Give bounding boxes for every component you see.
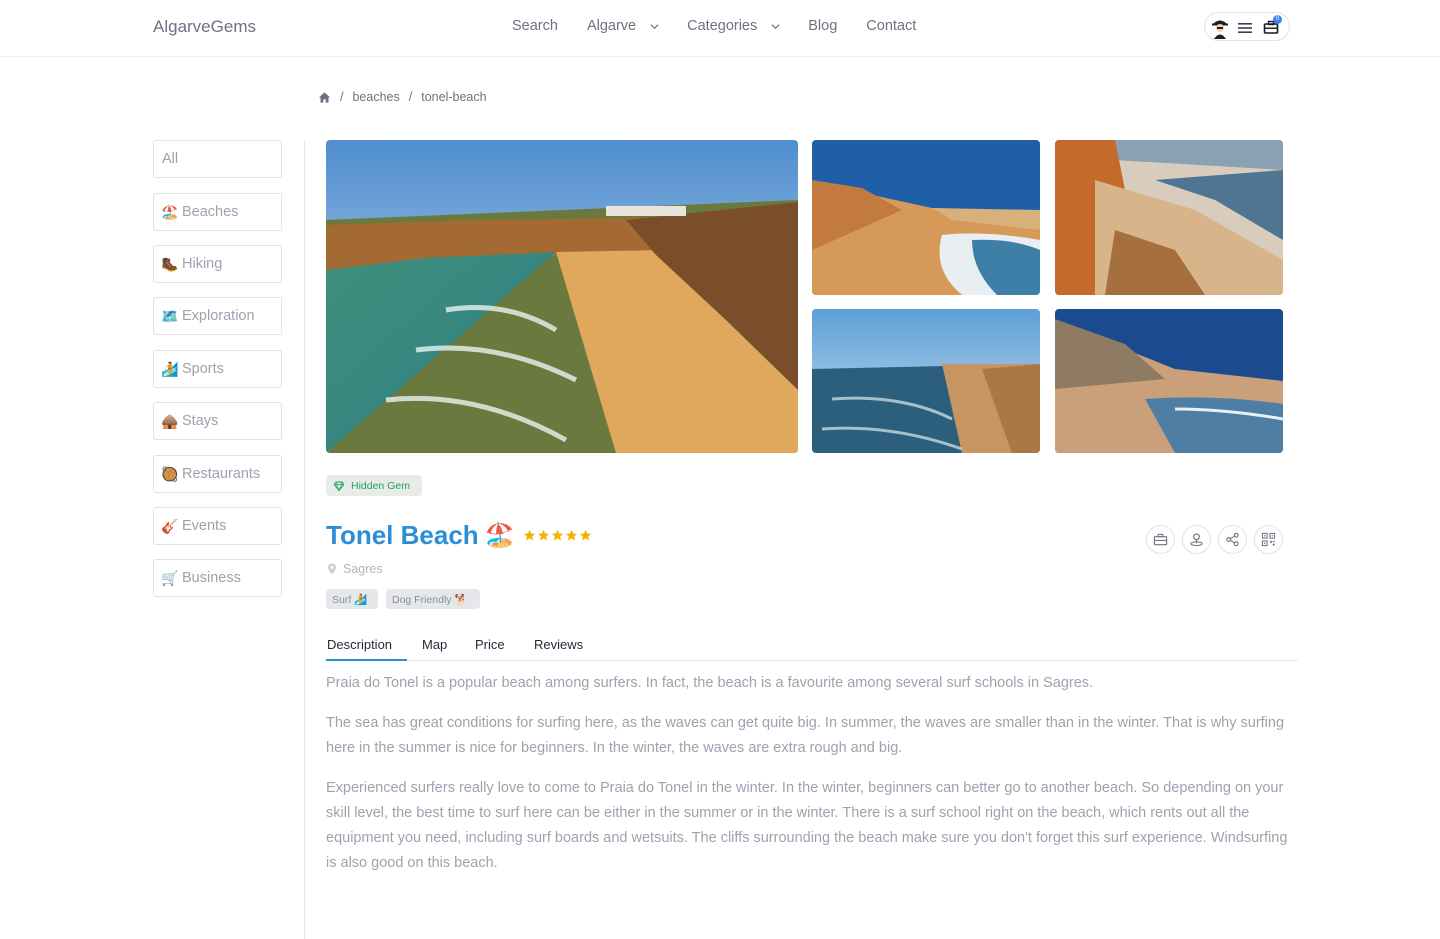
tab-price[interactable]: Price — [475, 637, 505, 652]
sidebar-item-label: Exploration — [182, 308, 255, 324]
qr-code-button[interactable] — [1254, 525, 1283, 554]
main-nav: Search Algarve Categories Blog Contact — [512, 18, 916, 34]
cart-count-badge: 0 — [1273, 15, 1282, 24]
menu-icon — [1238, 23, 1252, 33]
home-icon[interactable] — [318, 91, 331, 104]
sidebar-item-restaurants[interactable]: 🥘 Restaurants — [153, 455, 282, 493]
nav-search[interactable]: Search — [512, 18, 558, 34]
guitar-icon: 🎸 — [161, 517, 179, 534]
breadcrumb-separator: / — [340, 90, 344, 104]
tag-dog-friendly[interactable]: Dog Friendly 🐕 — [386, 589, 480, 609]
gallery-photo[interactable] — [812, 140, 1040, 295]
sidebar-item-all[interactable]: All — [153, 140, 282, 178]
sidebar-item-label: Hiking — [182, 256, 223, 272]
description-paragraph: Experienced surfers really love to come … — [326, 780, 1288, 871]
sidebar-item-label: Business — [182, 570, 241, 586]
sidebar-divider — [304, 140, 305, 939]
description-content: Praia do Tonel is a popular beach among … — [326, 671, 1301, 891]
tab-description[interactable]: Description — [327, 637, 392, 652]
gallery-photo[interactable] — [1055, 140, 1283, 295]
star-icon — [537, 529, 550, 541]
gem-icon — [334, 481, 344, 491]
gallery-photo[interactable] — [812, 309, 1040, 453]
sidebar-item-label: Restaurants — [182, 466, 261, 482]
tab-reviews[interactable]: Reviews — [534, 637, 583, 652]
nav-algarve[interactable]: Algarve — [587, 18, 659, 34]
tag-surf[interactable]: Surf 🏄 — [326, 589, 378, 609]
detail-tabs: Description Map Price Reviews — [326, 635, 1298, 661]
user-menu-button[interactable]: 0 — [1204, 12, 1290, 41]
hiking-boot-icon: 🥾 — [161, 255, 179, 272]
share-button[interactable] — [1218, 525, 1247, 554]
star-icon — [579, 529, 592, 541]
hidden-gem-label: Hidden Gem — [351, 479, 410, 492]
place-title: Tonel Beach — [326, 520, 479, 550]
nav-algarve-label: Algarve — [586, 18, 637, 34]
sidebar-item-label: Sports — [182, 361, 224, 377]
nav-blog[interactable]: Blog — [808, 18, 837, 34]
sidebar-item-sports[interactable]: 🏄 Sports — [153, 350, 282, 388]
share-icon — [1226, 532, 1239, 547]
qr-code-icon — [1261, 532, 1276, 547]
hidden-gem-badge: Hidden Gem — [326, 475, 422, 496]
nav-categories-label: Categories — [687, 18, 758, 34]
star-icon — [565, 529, 578, 541]
beach-umbrella-icon: 🏖️ — [161, 203, 179, 220]
shopping-cart-icon: 🛒 — [161, 569, 179, 586]
description-paragraph: Praia do Tonel is a popular beach among … — [326, 675, 1094, 691]
sidebar-item-beaches[interactable]: 🏖️ Beaches — [153, 193, 282, 231]
food-pan-icon: 🥘 — [161, 465, 179, 482]
gallery-main-photo[interactable] — [326, 140, 798, 453]
suitcase-icon — [1153, 533, 1168, 546]
map-icon: 🗺️ — [161, 307, 179, 324]
description-paragraph: The sea has great conditions for surfing… — [326, 715, 1285, 756]
sidebar-item-label: Events — [182, 518, 227, 534]
breadcrumb-current: tonel-beach — [421, 90, 487, 104]
breadcrumb-separator: / — [408, 90, 413, 104]
nav-categories[interactable]: Categories — [687, 18, 780, 34]
beach-umbrella-icon: 🏖️ — [484, 522, 515, 549]
sidebar-item-label: Beaches — [182, 204, 239, 220]
avatar — [1208, 15, 1232, 39]
add-to-trip-button[interactable] — [1146, 525, 1175, 554]
sidebar-item-hiking[interactable]: 🥾 Hiking — [153, 245, 282, 283]
checkin-button[interactable] — [1182, 525, 1211, 554]
hut-icon: 🛖 — [161, 412, 179, 429]
star-icon — [523, 529, 536, 541]
location-pin-icon — [1190, 533, 1203, 547]
location: Sagres — [327, 562, 383, 576]
surfer-icon: 🏄 — [161, 360, 179, 377]
nav-contact[interactable]: Contact — [866, 18, 916, 34]
map-pin-icon — [328, 563, 336, 575]
tab-map[interactable]: Map — [422, 637, 447, 652]
site-logo[interactable]: AlgarveGems — [153, 17, 256, 37]
chevron-down-icon — [771, 23, 780, 29]
page-title: Tonel Beach 🏖️ — [326, 520, 515, 551]
breadcrumb-beaches[interactable]: beaches — [352, 90, 399, 104]
rating-stars — [523, 529, 592, 542]
star-icon — [551, 529, 564, 541]
location-label: Sagres — [343, 562, 383, 576]
sidebar-item-events[interactable]: 🎸 Events — [153, 507, 282, 545]
sidebar-item-exploration[interactable]: 🗺️ Exploration — [153, 297, 282, 335]
sidebar-item-label: Stays — [182, 413, 219, 429]
sidebar-item-stays[interactable]: 🛖 Stays — [153, 402, 282, 440]
chevron-down-icon — [650, 23, 659, 29]
active-tab-indicator — [326, 659, 407, 661]
top-header: AlgarveGems Search Algarve Categories Bl… — [0, 0, 1440, 57]
gallery-photo[interactable] — [1055, 309, 1283, 453]
sidebar-item-business[interactable]: 🛒 Business — [153, 559, 282, 597]
breadcrumb: / beaches / tonel-beach — [318, 90, 487, 104]
sidebar-item-label: All — [162, 151, 179, 167]
